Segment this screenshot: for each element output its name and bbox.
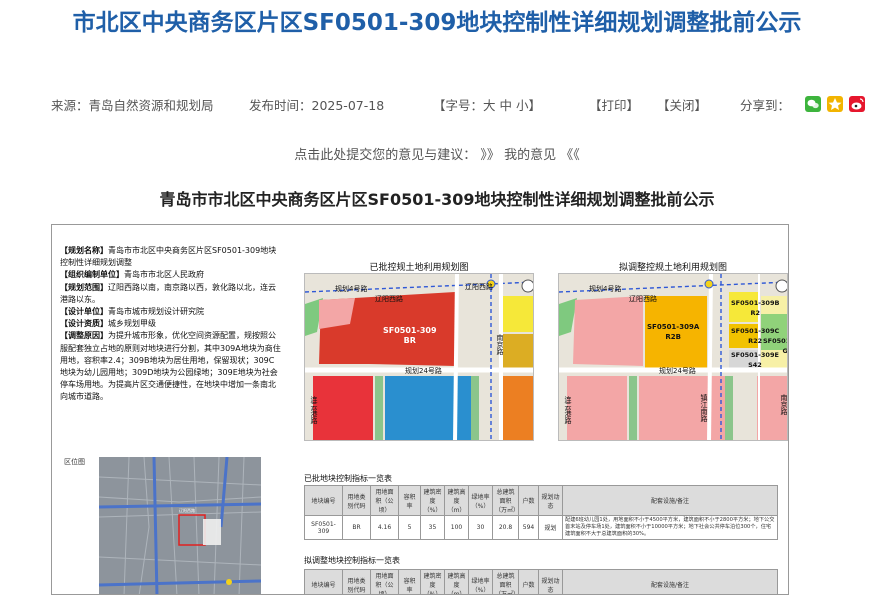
article-meta: 来源：青岛自然资源和规划局 发布时间：2025-07-18 【字号：大 中 小】… [0,95,874,115]
map2-plot-b: SF0501-309B R2 [731,299,780,317]
my-opinion-link[interactable]: 我的意见 [504,148,556,163]
svg-text:辽阳西路: 辽阳西路 [179,507,195,513]
suggest-prefix: 点击此处提交您的意见与建议： [294,148,477,163]
approved-map-title: 已批控规土地利用规划图 [369,263,469,273]
weibo-icon[interactable] [849,96,865,112]
map1-road-24: 规划24号路 [405,367,442,375]
info-plan-name: 【规划名称】青岛市市北区中央商务区片区SF0501-309地块控制性详细规划调整 [60,246,277,268]
map2-road-mid: 镇江南路 [700,394,708,422]
proposed-map-title: 拟调整控规土地利用规划图 [618,263,727,273]
close-link[interactable]: 【关闭】 [657,95,707,114]
location-map: 辽阳西路 [99,457,261,594]
table-header-row: 地块编号 用地类别代码 用地面积（公顷） 容积率 建筑密度（%） 建筑高度（m）… [304,485,778,516]
proposed-landuse-map: 规划4号路 辽阳西路 规划24号路 连云港路 南京路 镇江南路 SF0501-3… [558,273,788,441]
map2-road-east: 南京路 [780,394,788,415]
map2-plot-e: SF0501-309E S42 [731,351,779,369]
proposed-indicator-table: 地块编号 用地类别代码 用地面积（公顷） 容积率 建筑密度（%） 建筑高度（m）… [304,569,778,594]
wechat-icon[interactable] [805,96,821,112]
info-scope: 【规划范围】辽阳西路以南，南京路以西，敦化路以北，连云港路以东。 [60,282,276,304]
approved-table-title: 已批地块控制指标一览表 [304,474,392,483]
print-link[interactable]: 【打印】 [589,95,639,114]
suggest-arrows-right: 《《 [560,148,580,163]
table-header-row: 地块编号 用地类别代码 用地面积（公顷） 容积率 建筑密度（%） 建筑高度（m）… [304,569,778,594]
share-label: 分享到： [740,98,791,113]
proposed-table-title: 拟调整地块控制指标一览表 [304,556,400,565]
location-map-label: 区位图 [64,458,85,466]
source-text: 来源：青岛自然资源和规划局 [51,98,214,113]
map1-road-east-north: 辽阳西路 [465,283,493,291]
article-title: 市北区中央商务区片区SF0501-309地块控制性详细规划调整批前公示 [72,10,802,36]
info-reason: 【调整原因】为提升城市形象，优化空间资源配置，规按照公服配套独立占地的原则对地块… [60,331,281,402]
map1-road-east: 南京路 [496,334,504,355]
info-org: 【组织编制单位】青岛市市北区人民政府 [60,270,204,280]
info-qualification: 【设计资质】城乡规划甲级 [60,319,156,329]
planning-board-image: 【规划名称】青岛市市北区中央商务区片区SF0501-309地块控制性详细规划调整… [51,224,789,595]
map2-road-24: 规划24号路 [659,367,696,375]
qzone-icon[interactable] [827,96,843,112]
suggestion-bar: 点击此处提交您的意见与建议： 》》 我的意见 《《 [0,144,874,163]
map2-plot-a: SF0501-309A R2B [647,323,700,341]
approved-landuse-map: 规划4号路 辽阳西路 辽阳西路 规划24号路 连云港路 南京路 SF0501-3… [304,273,534,441]
publish-date: 发布时间：2025-07-18 [249,98,385,113]
map2-road-north: 辽阳西路 [629,295,657,303]
map2-plan-road-label: 规划4号路 [589,285,622,293]
approved-indicator-table: 地块编号 用地类别代码 用地面积（公顷） 容积率 建筑密度（%） 建筑高度（m）… [304,485,778,540]
map1-road-north: 辽阳西路 [375,295,403,303]
map1-plot-label: SF0501-309 BR [383,326,437,345]
notice-subtitle: 青岛市市北区中央商务区片区SF0501-309地块控制性详细规划调整批前公示 [159,190,715,209]
map1-plan-road-label: 规划4号路 [335,285,368,293]
table-row: SF0501-309 BR 4.16 5 35 100 30 20.8 594 … [304,515,778,540]
info-designer: 【设计单位】青岛市城市规划设计研究院 [60,307,204,317]
font-size-switch[interactable]: 【字号：大 中 小】 [433,95,541,114]
suggest-arrows-left: 》》 [480,148,500,163]
map1-road-west: 连云港路 [310,396,318,424]
map2-road-west: 连云港路 [564,396,572,424]
planning-info: 【规划名称】青岛市市北区中央商务区片区SF0501-309地块控制性详细规划调整… [60,245,282,404]
